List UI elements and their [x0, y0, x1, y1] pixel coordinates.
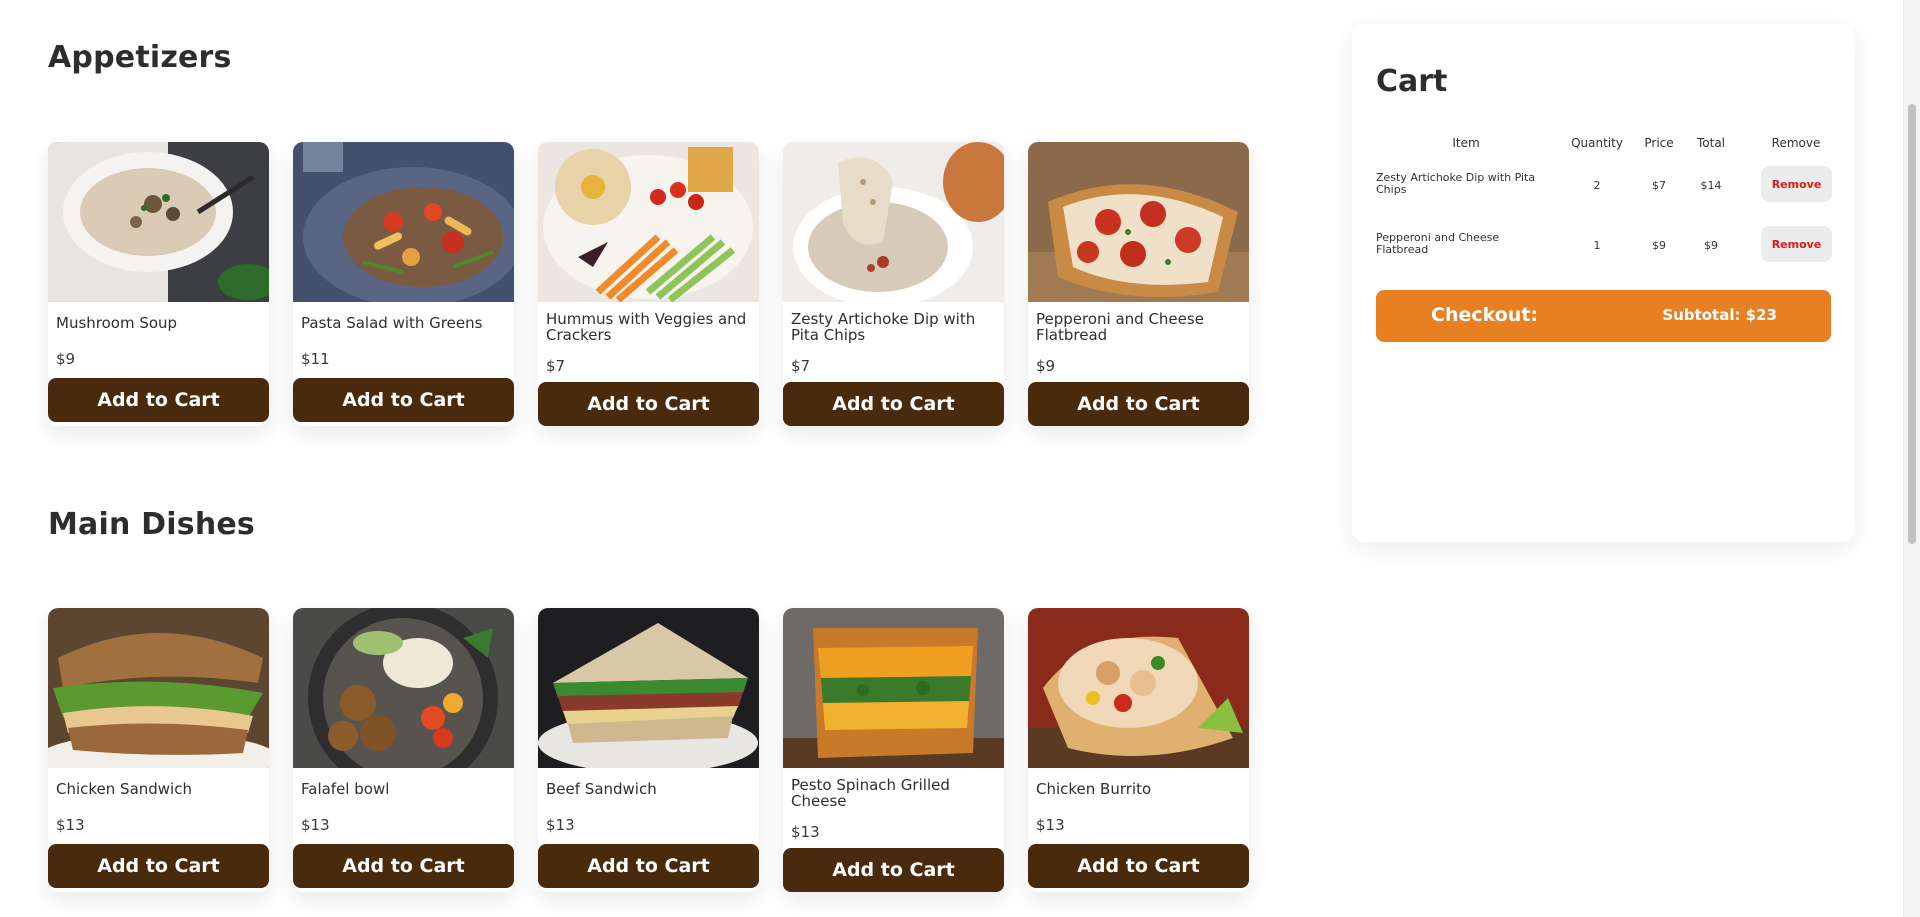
- remove-button[interactable]: Remove: [1761, 226, 1832, 262]
- menu-card: Falafel bowl $13 Add to Cart: [293, 608, 514, 892]
- cart-item-total: $9: [1704, 239, 1718, 252]
- hummus-platter-image: [538, 142, 759, 302]
- artichoke-dip-image: [783, 142, 1004, 302]
- add-to-cart-button[interactable]: Add to Cart: [1028, 382, 1249, 426]
- menu-card: Zesty Artichoke Dip with Pita Chips $7 A…: [783, 142, 1004, 426]
- item-price: $13: [1036, 816, 1065, 834]
- vertical-scrollbar[interactable]: [1903, 0, 1920, 917]
- scrollbar-thumb[interactable]: [1908, 104, 1916, 544]
- cart-item-price: $7: [1652, 179, 1666, 192]
- column-header-total: Total: [1696, 136, 1726, 150]
- item-price: $7: [546, 357, 566, 375]
- cart-item-total: $14: [1700, 179, 1722, 192]
- main-dishes-grid: Chicken Sandwich $13 Add to Cart Falafel…: [48, 608, 1249, 892]
- menu-card: Chicken Sandwich $13 Add to Cart: [48, 608, 269, 892]
- column-header-remove: Remove: [1771, 136, 1821, 150]
- cart-row: Zesty Artichoke Dip with Pita Chips 2 $7…: [1376, 156, 1832, 216]
- cart-item-price: $9: [1652, 239, 1666, 252]
- cart-item-quantity: 2: [1593, 179, 1601, 192]
- cart-item-name: Zesty Artichoke Dip with Pita Chips: [1376, 171, 1536, 196]
- item-name: Hummus with Veggies and Crackers: [546, 310, 747, 344]
- item-price: $7: [791, 357, 811, 375]
- pasta-salad-image: [293, 142, 514, 302]
- item-price: $13: [546, 816, 575, 834]
- flatbread-image: [1028, 142, 1249, 302]
- menu-card: Pesto Spinach Grilled Cheese $13 Add to …: [783, 608, 1004, 892]
- cart-row: Pepperoni and Cheese Flatbread 1 $9 $9 R…: [1376, 216, 1832, 276]
- item-price: $13: [791, 823, 820, 841]
- cart-item-quantity: 1: [1593, 239, 1601, 252]
- item-price: $11: [301, 350, 330, 368]
- item-name: Mushroom Soup: [56, 314, 178, 332]
- add-to-cart-button[interactable]: Add to Cart: [293, 378, 514, 422]
- item-name: Zesty Artichoke Dip with Pita Chips: [791, 310, 976, 344]
- menu-card: Pasta Salad with Greens $11 Add to Cart: [293, 142, 514, 426]
- appetizers-grid: Mushroom Soup $9 Add to Cart Pasta Salad…: [48, 142, 1249, 426]
- column-header-price: Price: [1644, 136, 1674, 150]
- item-name: Falafel bowl: [301, 780, 390, 798]
- item-price: $9: [56, 350, 76, 368]
- item-name: Pesto Spinach Grilled Cheese: [791, 776, 950, 810]
- checkout-label: Checkout:: [1431, 304, 1539, 326]
- add-to-cart-button[interactable]: Add to Cart: [48, 844, 269, 888]
- add-to-cart-button[interactable]: Add to Cart: [293, 844, 514, 888]
- cart-table: Item Quantity Price Total Remove Zesty A…: [1376, 128, 1832, 276]
- menu-card: Beef Sandwich $13 Add to Cart: [538, 608, 759, 892]
- cart-title: Cart: [1376, 64, 1448, 99]
- section-title-appetizers: Appetizers: [48, 40, 232, 75]
- cart-table-header: Item Quantity Price Total Remove: [1376, 128, 1832, 156]
- add-to-cart-button[interactable]: Add to Cart: [538, 382, 759, 426]
- subtotal-label: Subtotal: $23: [1662, 306, 1777, 324]
- add-to-cart-button[interactable]: Add to Cart: [48, 378, 269, 422]
- menu-card: Hummus with Veggies and Crackers $7 Add …: [538, 142, 759, 426]
- grilled-cheese-image: [783, 608, 1004, 768]
- cart-item-name: Pepperoni and Cheese Flatbread: [1376, 231, 1500, 256]
- item-name: Pasta Salad with Greens: [301, 314, 483, 332]
- falafel-bowl-image: [293, 608, 514, 768]
- burrito-image: [1028, 608, 1249, 768]
- checkout-button[interactable]: Checkout: Subtotal: $23: [1376, 290, 1831, 342]
- add-to-cart-button[interactable]: Add to Cart: [538, 844, 759, 888]
- item-price: $9: [1036, 357, 1056, 375]
- menu-card: Mushroom Soup $9 Add to Cart: [48, 142, 269, 426]
- menu-card: Pepperoni and Cheese Flatbread $9 Add to…: [1028, 142, 1249, 426]
- cart-panel: Cart Item Quantity Price Total Remove Ze…: [1352, 24, 1854, 542]
- add-to-cart-button[interactable]: Add to Cart: [1028, 844, 1249, 888]
- menu-card: Chicken Burrito $13 Add to Cart: [1028, 608, 1249, 892]
- chicken-sandwich-image: [48, 608, 269, 768]
- column-header-quantity: Quantity: [1571, 136, 1623, 150]
- item-name: Beef Sandwich: [546, 780, 657, 798]
- item-price: $13: [301, 816, 330, 834]
- item-name: Chicken Burrito: [1036, 780, 1152, 798]
- column-header-item: Item: [1452, 136, 1480, 150]
- beef-sandwich-image: [538, 608, 759, 768]
- item-price: $13: [56, 816, 85, 834]
- mushroom-soup-image: [48, 142, 269, 302]
- add-to-cart-button[interactable]: Add to Cart: [783, 848, 1004, 892]
- item-name: Pepperoni and Cheese Flatbread: [1036, 310, 1204, 344]
- page: Appetizers Mushroom Soup $9 Add to Cart …: [0, 0, 1920, 917]
- add-to-cart-button[interactable]: Add to Cart: [783, 382, 1004, 426]
- remove-button[interactable]: Remove: [1761, 166, 1832, 202]
- item-name: Chicken Sandwich: [56, 780, 192, 798]
- section-title-main-dishes: Main Dishes: [48, 507, 255, 542]
